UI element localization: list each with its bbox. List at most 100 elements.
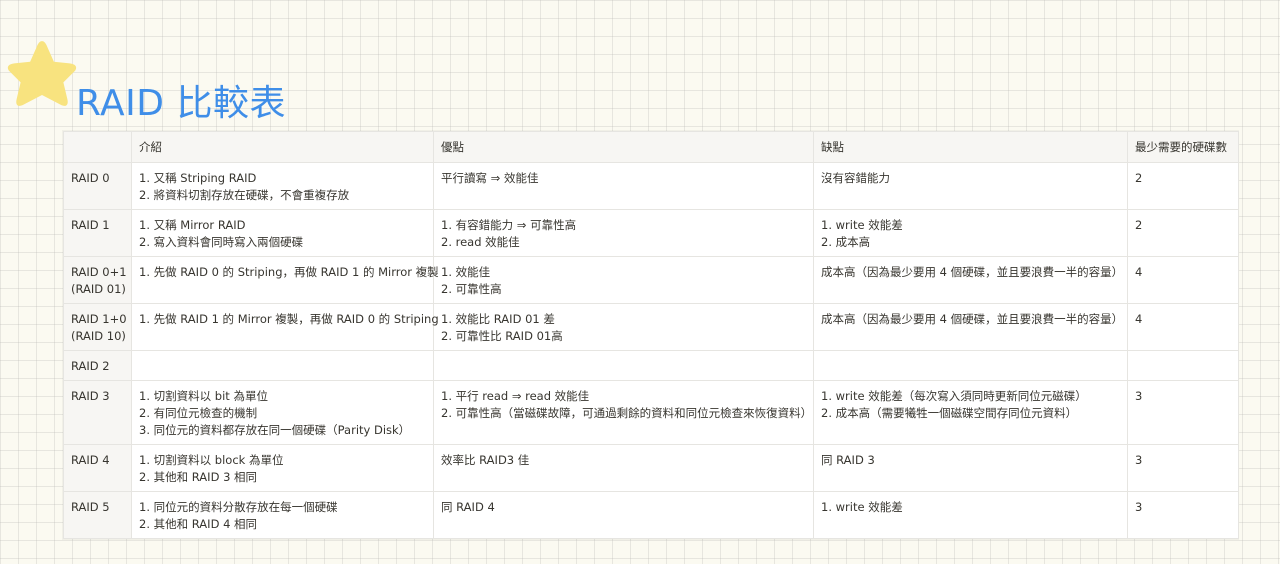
cell-pros[interactable]: 平行讀寫 ⇒ 效能佳: [433, 162, 814, 210]
cell-text-line: 2. 可靠性高: [441, 282, 502, 296]
cell-intro[interactable]: [131, 350, 434, 381]
cell-text-line: 3. 同位元的資料都存放在同一個硬碟（Parity Disk）: [139, 423, 411, 437]
cell-text-line: 同 RAID 3: [821, 453, 875, 467]
cell-intro[interactable]: 1. 先做 RAID 1 的 Mirror 複製，再做 RAID 0 的 Str…: [131, 303, 439, 351]
table-row: RAID 4 1. 切割資料以 block 為單位 2. 其他和 RAID 3 相同…: [63, 444, 1239, 492]
cell-disks[interactable]: 4: [1127, 256, 1239, 304]
cell-text-line: 1. 又稱 Striping RAID: [139, 171, 257, 185]
cell-text-line: RAID 1: [71, 218, 110, 232]
cell-text-line: 4: [1135, 312, 1143, 326]
cell-cons[interactable]: 成本高（因為最少要用 4 個硬碟，並且要浪費一半的容量）: [813, 303, 1128, 351]
cell-intro[interactable]: 1. 同位元的資料分散存放在每一個硬碟 2. 其他和 RAID 4 相同: [131, 491, 434, 539]
header-cell-name[interactable]: [63, 131, 132, 163]
cell-pros[interactable]: 效率比 RAID3 佳: [433, 444, 814, 492]
cell-text-line: RAID 4: [71, 453, 110, 467]
cell-text-line: 1. 效能佳: [441, 265, 491, 279]
cell-text-line: 1. 有容錯能力 ⇒ 可靠性高: [441, 218, 577, 232]
table-row: RAID 2: [63, 350, 1239, 381]
cell-cons[interactable]: [813, 350, 1128, 381]
cell-pros[interactable]: 1. 效能比 RAID 01 差 2. 可靠性比 RAID 01高: [433, 303, 814, 351]
cell-text-line: 效率比 RAID3 佳: [441, 453, 530, 467]
cell-disks[interactable]: 4: [1127, 303, 1239, 351]
header-cell-intro[interactable]: 介紹: [131, 131, 434, 163]
table-row: RAID 0 1. 又稱 Striping RAID 2. 將資料切割存放在硬碟，不…: [63, 162, 1239, 210]
cell-cons[interactable]: 1. write 效能差（每次寫入須同時更新同位元磁碟） 2. 成本高（需要犧牲一…: [813, 380, 1128, 445]
cell-name[interactable]: RAID 2: [63, 350, 132, 381]
table-header-row: 介紹 優點 缺點 最少需要的硬碟數: [63, 131, 1239, 163]
cell-name[interactable]: RAID 1: [63, 209, 132, 257]
page-title: RAID 比較表: [76, 83, 286, 124]
cell-cons[interactable]: 成本高（因為最少要用 4 個硬碟，並且要浪費一半的容量）: [813, 256, 1128, 304]
cell-text-line: 1. 先做 RAID 1 的 Mirror 複製，再做 RAID 0 的 Str…: [139, 312, 439, 326]
cell-name[interactable]: RAID 0+1 (RAID 01): [63, 256, 132, 304]
cell-text-line: (RAID 01): [71, 282, 126, 296]
cell-intro[interactable]: 1. 切割資料以 block 為單位 2. 其他和 RAID 3 相同: [131, 444, 434, 492]
cell-name[interactable]: RAID 5: [63, 491, 132, 539]
cell-intro[interactable]: 1. 先做 RAID 0 的 Striping，再做 RAID 1 的 Mirr…: [131, 256, 439, 304]
cell-intro[interactable]: 1. 切割資料以 bit 為單位 2. 有同位元檢查的機制 3. 同位元的資料都存放…: [131, 380, 434, 445]
cell-disks[interactable]: [1127, 350, 1239, 381]
table-row: RAID 1 1. 又稱 Mirror RAID 2. 寫入資料會同時寫入兩個硬碟 1…: [63, 209, 1239, 257]
cell-text-line: 2. 其他和 RAID 4 相同: [139, 517, 258, 531]
cell-text-line: 1. write 效能差: [821, 500, 903, 514]
cell-pros[interactable]: [433, 350, 814, 381]
cell-pros[interactable]: 1. 平行 read ⇒ read 效能佳 2. 可靠性高（當磁碟故障，可通過剩餘…: [433, 380, 814, 445]
cell-pros[interactable]: 1. 效能佳 2. 可靠性高: [433, 256, 814, 304]
cell-disks[interactable]: 3: [1127, 491, 1239, 539]
cell-disks[interactable]: 3: [1127, 444, 1239, 492]
raid-comparison-table: 介紹 優點 缺點 最少需要的硬碟數 RAID 0 1. 又稱 Striping R…: [63, 131, 1239, 539]
cell-pros[interactable]: 同 RAID 4: [433, 491, 814, 539]
cell-text-line: 2. read 效能佳: [441, 235, 520, 249]
cell-text-line: 成本高（因為最少要用 4 個硬碟，並且要浪費一半的容量）: [821, 265, 1124, 279]
cell-text-line: 1. 先做 RAID 0 的 Striping，再做 RAID 1 的 Mirr…: [139, 265, 439, 279]
cell-text-line: 3: [1135, 389, 1143, 403]
cell-text-line: 成本高（因為最少要用 4 個硬碟，並且要浪費一半的容量）: [821, 312, 1124, 326]
cell-cons[interactable]: 沒有容錯能力: [813, 162, 1128, 210]
cell-text-line: RAID 1+0: [71, 312, 127, 326]
cell-text-line: (RAID 10): [71, 329, 126, 343]
cell-text-line: 1. 平行 read ⇒ read 效能佳: [441, 389, 590, 403]
table-body: RAID 0 1. 又稱 Striping RAID 2. 將資料切割存放在硬碟，不…: [63, 162, 1239, 539]
cell-text-line: 1. 同位元的資料分散存放在每一個硬碟: [139, 500, 338, 514]
cell-disks[interactable]: 2: [1127, 162, 1239, 210]
cell-text-line: 2. 成本高: [821, 235, 871, 249]
cell-text-line: 2. 其他和 RAID 3 相同: [139, 470, 258, 484]
table-row: RAID 3 1. 切割資料以 bit 為單位 2. 有同位元檢查的機制 3. 同位元…: [63, 380, 1239, 445]
cell-name[interactable]: RAID 3: [63, 380, 132, 445]
cell-intro[interactable]: 1. 又稱 Mirror RAID 2. 寫入資料會同時寫入兩個硬碟: [131, 209, 434, 257]
cell-intro[interactable]: 1. 又稱 Striping RAID 2. 將資料切割存放在硬碟，不會重複存放: [131, 162, 434, 210]
star-icon: [7, 41, 77, 106]
cell-text-line: 1. write 效能差: [821, 218, 903, 232]
header-cell-cons[interactable]: 缺點: [813, 131, 1128, 163]
cell-cons[interactable]: 1. write 效能差 2. 成本高: [813, 209, 1128, 257]
cell-text-line: 3: [1135, 453, 1143, 467]
cell-text-line: 4: [1135, 265, 1143, 279]
cell-name[interactable]: RAID 1+0 (RAID 10): [63, 303, 132, 351]
cell-cons[interactable]: 同 RAID 3: [813, 444, 1128, 492]
header-cell-pros[interactable]: 優點: [433, 131, 814, 163]
cell-name[interactable]: RAID 0: [63, 162, 132, 210]
cell-name[interactable]: RAID 4: [63, 444, 132, 492]
cell-pros[interactable]: 1. 有容錯能力 ⇒ 可靠性高 2. read 效能佳: [433, 209, 814, 257]
cell-text-line: 2. 可靠性比 RAID 01高: [441, 329, 563, 343]
cell-text-line: 2. 寫入資料會同時寫入兩個硬碟: [139, 235, 304, 249]
cell-text-line: 2: [1135, 218, 1143, 232]
cell-text-line: 2. 成本高（需要犧牲一個磁碟空間存同位元資料）: [821, 406, 1078, 420]
cell-text-line: 2. 可靠性高（當磁碟故障，可通過剩餘的資料和同位元檢查來恢復資料）: [441, 406, 813, 420]
cell-text-line: 同 RAID 4: [441, 500, 495, 514]
table-row: RAID 1+0 (RAID 10) 1. 先做 RAID 1 的 Mirror 複…: [63, 303, 1239, 351]
cell-text-line: 1. 切割資料以 bit 為單位: [139, 389, 268, 403]
cell-text-line: 2. 將資料切割存放在硬碟，不會重複存放: [139, 188, 350, 202]
cell-text-line: 平行讀寫 ⇒ 效能佳: [441, 171, 539, 185]
cell-text-line: 1. 切割資料以 block 為單位: [139, 453, 284, 467]
table-row: RAID 5 1. 同位元的資料分散存放在每一個硬碟 2. 其他和 RAID 4 相…: [63, 491, 1239, 539]
cell-text-line: RAID 5: [71, 500, 110, 514]
table-row: RAID 0+1 (RAID 01) 1. 先做 RAID 0 的 Striping…: [63, 256, 1239, 304]
cell-text-line: 2. 有同位元檢查的機制: [139, 406, 258, 420]
header-cell-disks[interactable]: 最少需要的硬碟數: [1127, 131, 1239, 163]
cell-disks[interactable]: 3: [1127, 380, 1239, 445]
cell-text-line: 2: [1135, 171, 1143, 185]
cell-text-line: 1. 又稱 Mirror RAID: [139, 218, 246, 232]
cell-cons[interactable]: 1. write 效能差: [813, 491, 1128, 539]
cell-disks[interactable]: 2: [1127, 209, 1239, 257]
